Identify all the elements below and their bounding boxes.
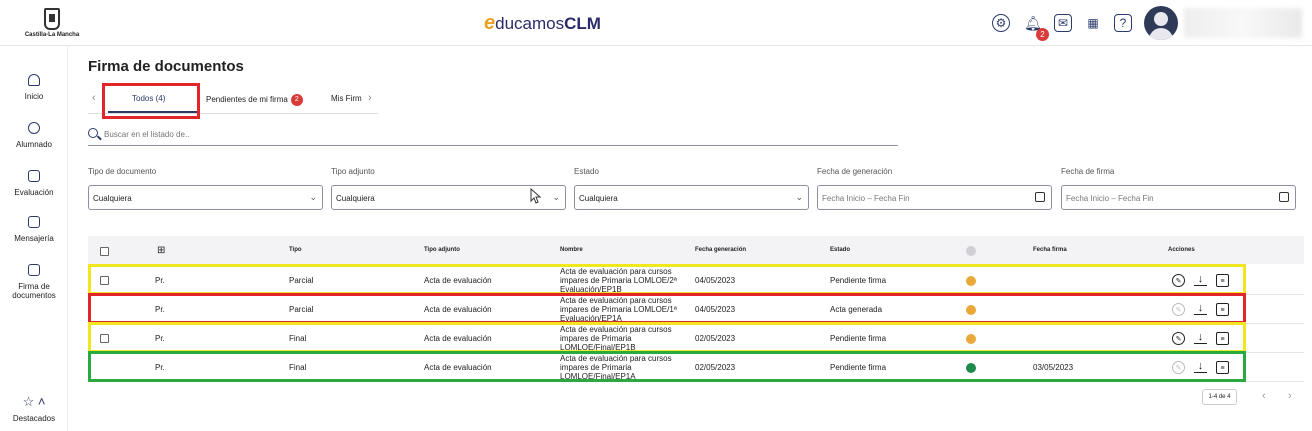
column-header-estado[interactable]: Estado	[830, 247, 850, 253]
filter-label-tipo-documento: Tipo de documento	[88, 167, 157, 176]
search-bar	[88, 128, 898, 146]
sidebar-item-evaluacion[interactable]: Evaluación	[0, 170, 68, 197]
help-icon[interactable]: ?	[1114, 14, 1132, 32]
filter-label-estado: Estado	[574, 167, 599, 176]
avatar[interactable]	[1144, 6, 1178, 40]
highlight-box-row	[88, 322, 1246, 353]
region-logo-text: Castilla-La Mancha	[24, 32, 80, 38]
user-name-blurred	[1184, 8, 1302, 38]
pagination-label: 1-4 de 4	[1202, 389, 1237, 405]
top-bar: Castilla-La Mancha educamosCLM ⚙ 🔔︎ 2 ✉ …	[0, 0, 1312, 46]
tab-mis-firmas[interactable]: Mis Firm	[331, 94, 362, 103]
column-header-fecha-generacion[interactable]: Fecha generación	[695, 247, 746, 253]
chevron-right-icon[interactable]: ›	[368, 92, 372, 104]
sidebar-item-destacados[interactable]: ☆ ˄ Destacados	[0, 394, 68, 423]
tab-badge: 2	[290, 94, 303, 106]
mail-icon	[28, 216, 40, 228]
tab-label: Pendientes de mi firma	[206, 95, 288, 105]
sidebar-item-mensajeria[interactable]: Mensajería	[0, 216, 68, 243]
calendar-icon[interactable]	[1279, 192, 1289, 202]
mail-icon[interactable]: ✉	[1054, 14, 1072, 32]
sidebar-item-label: Firma de documentos	[12, 282, 56, 300]
date-range-value: Fecha Inicio – Fecha Fin	[822, 194, 910, 203]
filter-label-fecha-firma: Fecha de firma	[1061, 167, 1115, 176]
brand-clm: CLM	[564, 14, 601, 33]
brand-mid: ducamos	[495, 14, 565, 33]
page-title: Firma de documentos	[88, 58, 244, 75]
column-header-tipo-adjunto[interactable]: Tipo adjunto	[424, 247, 460, 253]
highlight-box-row	[88, 264, 1246, 295]
person-icon	[28, 122, 40, 134]
highlight-box-tab	[102, 83, 200, 119]
select-all-checkbox[interactable]	[100, 247, 109, 256]
next-page-icon[interactable]: ›	[1288, 390, 1292, 402]
sign-doc-icon	[28, 264, 40, 276]
gear-icon[interactable]: ⚙	[992, 14, 1010, 32]
column-header-tipo[interactable]: Tipo	[289, 247, 302, 253]
status-dot-header	[966, 246, 976, 256]
filter-label-tipo-adjunto: Tipo adjunto	[331, 167, 375, 176]
column-header-nombre[interactable]: Nombre	[560, 247, 583, 253]
chevron-down-icon: ⌄	[552, 192, 560, 202]
apps-icon[interactable]: ▦	[1084, 14, 1102, 32]
tab-pendientes[interactable]: Pendientes de mi firma 2	[206, 94, 303, 106]
edit-icon	[28, 170, 40, 182]
sidebar-item-label: Alumnado	[15, 140, 53, 149]
notification-badge: 2	[1036, 28, 1049, 41]
chevron-down-icon: ⌄	[795, 192, 803, 202]
search-icon	[88, 128, 98, 138]
date-range-fecha-firma[interactable]: Fecha Inicio – Fecha Fin	[1061, 185, 1296, 210]
date-range-fecha-generacion[interactable]: Fecha Inicio – Fecha Fin	[817, 185, 1052, 210]
chevron-down-icon: ⌄	[309, 192, 317, 202]
select-value: Cualquiera	[93, 194, 132, 203]
brand-e: e	[484, 12, 496, 34]
prev-page-icon[interactable]: ‹	[1262, 390, 1266, 402]
select-estado[interactable]: Cualquiera ⌄	[574, 185, 809, 210]
filter-label-fecha-generacion: Fecha de generación	[817, 167, 893, 176]
brand-logo[interactable]: educamosCLM	[484, 12, 601, 35]
star-icon: ☆ ˄	[22, 394, 46, 409]
sidebar-item-inicio[interactable]: Inicio	[0, 74, 68, 101]
chevron-left-icon[interactable]: ‹	[92, 92, 96, 104]
mouse-cursor-icon	[530, 188, 542, 204]
sidebar-item-firma[interactable]: Firma de documentos	[0, 264, 68, 300]
date-range-value: Fecha Inicio – Fecha Fin	[1066, 194, 1154, 203]
tab-label: Mis Firm	[331, 94, 362, 103]
sidebar-item-label: Evaluación	[14, 188, 54, 197]
sidebar: Inicio Alumnado Evaluación Mensajería Fi…	[0, 46, 68, 431]
select-tipo-documento[interactable]: Cualquiera ⌄	[88, 185, 323, 210]
calendar-icon[interactable]	[1035, 192, 1045, 202]
highlight-box-row	[88, 351, 1246, 382]
column-header-fecha-firma[interactable]: Fecha firma	[1033, 247, 1067, 253]
hierarchy-icon[interactable]: ⊞	[157, 245, 165, 256]
highlight-box-row	[88, 293, 1246, 324]
sidebar-item-label: Inicio	[24, 92, 44, 101]
select-value: Cualquiera	[336, 194, 375, 203]
column-header-acciones: Acciones	[1168, 247, 1195, 253]
sidebar-item-alumnado[interactable]: Alumnado	[0, 122, 68, 149]
sidebar-item-label: Destacados	[12, 414, 56, 423]
crest-icon	[44, 8, 60, 30]
select-value: Cualquiera	[579, 194, 618, 203]
search-input[interactable]	[104, 130, 884, 139]
home-icon	[28, 74, 40, 86]
sidebar-item-label: Mensajería	[14, 234, 54, 243]
region-logo[interactable]: Castilla-La Mancha	[22, 8, 82, 38]
